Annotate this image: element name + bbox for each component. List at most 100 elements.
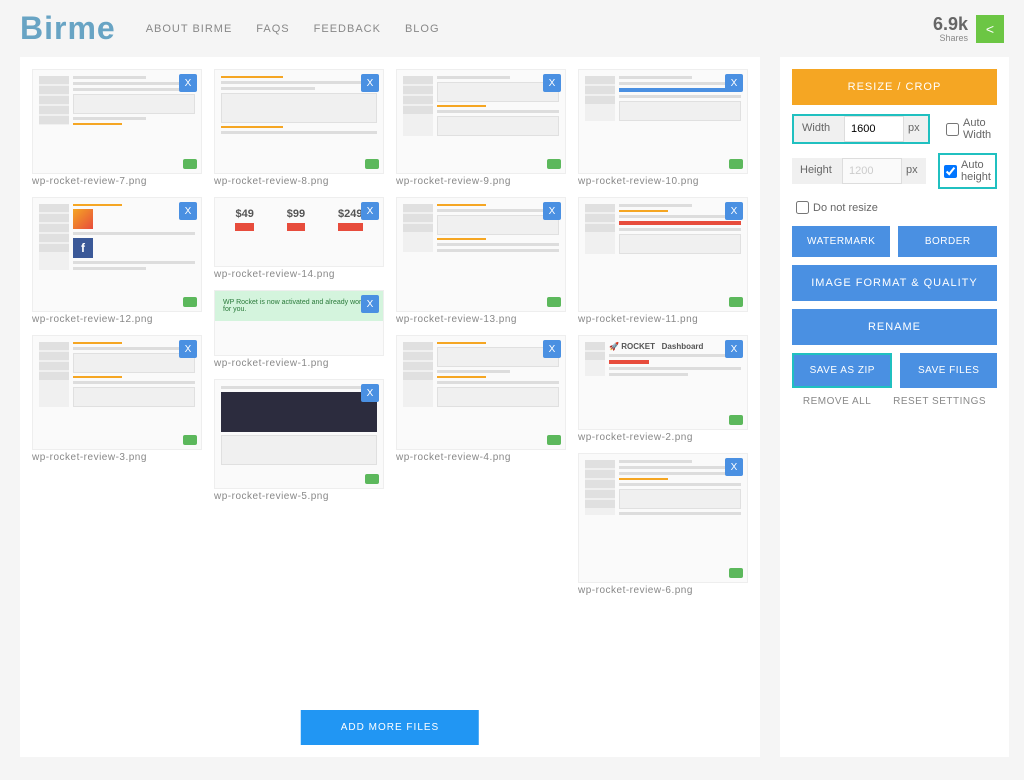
status-badge: [547, 159, 561, 169]
auto-width-checkbox[interactable]: [946, 123, 959, 136]
rename-button[interactable]: RENAME: [792, 309, 997, 345]
height-input[interactable]: [842, 158, 902, 184]
filename-label: wp-rocket-review-6.png: [578, 583, 748, 602]
close-icon[interactable]: X: [543, 202, 561, 220]
filename-label: wp-rocket-review-14.png: [214, 267, 384, 286]
auto-height-checkbox[interactable]: [944, 165, 957, 178]
status-badge: [183, 297, 197, 307]
status-badge: [547, 435, 561, 445]
status-badge: [183, 435, 197, 445]
auto-height-check[interactable]: Auto height: [938, 153, 997, 189]
close-icon[interactable]: X: [725, 74, 743, 92]
filename-label: wp-rocket-review-8.png: [214, 174, 384, 193]
header-right: 6.9k Shares <: [933, 15, 1004, 43]
nav-blog[interactable]: BLOG: [405, 23, 440, 35]
width-row: Width px Auto Width: [792, 113, 997, 145]
nav-faqs[interactable]: FAQS: [256, 23, 289, 35]
content-area: X wp-rocket-review-7.png f X wp-rocket-r…: [20, 57, 760, 757]
filename-label: wp-rocket-review-5.png: [214, 489, 384, 508]
thumbnail-item[interactable]: WP Rocket is now activated and already w…: [214, 290, 384, 375]
thumbnail-item[interactable]: f X wp-rocket-review-12.png: [32, 197, 202, 331]
settings-sidebar: RESIZE / CROP Width px Auto Width Height…: [780, 57, 1009, 757]
status-badge: [729, 415, 743, 425]
thumbnail-grid: X wp-rocket-review-7.png f X wp-rocket-r…: [32, 69, 748, 602]
thumbnail-item[interactable]: X wp-rocket-review-5.png: [214, 379, 384, 508]
close-icon[interactable]: X: [543, 74, 561, 92]
status-badge: [729, 159, 743, 169]
share-icon: <: [986, 21, 994, 37]
thumbnail-item[interactable]: X wp-rocket-review-13.png: [396, 197, 566, 331]
nav-about[interactable]: ABOUT BIRME: [146, 23, 233, 35]
shares-label: Shares: [933, 33, 968, 43]
thumbnail-item[interactable]: $49$99$249 X wp-rocket-review-14.png: [214, 197, 384, 286]
thumbnail-item[interactable]: X wp-rocket-review-6.png: [578, 453, 748, 602]
main: X wp-rocket-review-7.png f X wp-rocket-r…: [0, 57, 1024, 757]
width-input[interactable]: [844, 116, 904, 142]
border-button[interactable]: BORDER: [898, 226, 996, 257]
header: Birme ABOUT BIRME FAQS FEEDBACK BLOG 6.9…: [0, 0, 1024, 57]
filename-label: wp-rocket-review-13.png: [396, 312, 566, 331]
height-group: Height px: [792, 158, 926, 184]
shares-count: 6.9k: [933, 15, 968, 33]
thumbnail-item[interactable]: 🚀 ROCKET Dashboard X wp-rocket-review-2.…: [578, 335, 748, 449]
filename-label: wp-rocket-review-9.png: [396, 174, 566, 193]
close-icon[interactable]: X: [179, 74, 197, 92]
width-label: Width: [794, 116, 844, 142]
filename-label: wp-rocket-review-7.png: [32, 174, 202, 193]
thumbnail-item[interactable]: X wp-rocket-review-11.png: [578, 197, 748, 331]
grid-col: X wp-rocket-review-9.png X wp-rocket-rev…: [396, 69, 566, 602]
image-format-button[interactable]: IMAGE FORMAT & QUALITY: [792, 265, 997, 301]
status-badge: [365, 159, 379, 169]
close-icon[interactable]: X: [725, 340, 743, 358]
status-badge: [729, 568, 743, 578]
grid-col: X wp-rocket-review-8.png $49$99$249 X wp…: [214, 69, 384, 602]
save-files-button[interactable]: SAVE FILES: [900, 353, 996, 388]
thumbnail-item[interactable]: X wp-rocket-review-4.png: [396, 335, 566, 469]
resize-crop-button[interactable]: RESIZE / CROP: [792, 69, 997, 105]
close-icon[interactable]: X: [179, 202, 197, 220]
auto-width-check[interactable]: Auto Width: [942, 113, 997, 145]
filename-label: wp-rocket-review-4.png: [396, 450, 566, 469]
thumbnail-item[interactable]: X wp-rocket-review-8.png: [214, 69, 384, 193]
thumbnail-item[interactable]: X wp-rocket-review-3.png: [32, 335, 202, 469]
status-badge: [365, 474, 379, 484]
filename-label: wp-rocket-review-1.png: [214, 356, 384, 375]
status-badge: [547, 297, 561, 307]
grid-col: X wp-rocket-review-7.png f X wp-rocket-r…: [32, 69, 202, 602]
filename-label: wp-rocket-review-10.png: [578, 174, 748, 193]
close-icon[interactable]: X: [725, 458, 743, 476]
logo[interactable]: Birme: [20, 10, 116, 47]
close-icon[interactable]: X: [361, 74, 379, 92]
save-zip-button[interactable]: SAVE AS ZIP: [792, 353, 892, 388]
grid-col: X wp-rocket-review-10.png X wp-rocket-re…: [578, 69, 748, 602]
height-label: Height: [792, 158, 842, 184]
filename-label: wp-rocket-review-12.png: [32, 312, 202, 331]
width-group-highlighted: Width px: [792, 114, 930, 144]
watermark-button[interactable]: WATERMARK: [792, 226, 890, 257]
thumbnail-item[interactable]: X wp-rocket-review-7.png: [32, 69, 202, 193]
thumbnail-item[interactable]: X wp-rocket-review-9.png: [396, 69, 566, 193]
remove-all-link[interactable]: REMOVE ALL: [803, 396, 871, 407]
filename-label: wp-rocket-review-2.png: [578, 430, 748, 449]
close-icon[interactable]: X: [179, 340, 197, 358]
filename-label: wp-rocket-review-3.png: [32, 450, 202, 469]
close-icon[interactable]: X: [361, 384, 379, 402]
close-icon[interactable]: X: [361, 202, 379, 220]
shares-info: 6.9k Shares: [933, 15, 968, 43]
close-icon[interactable]: X: [725, 202, 743, 220]
height-row: Height px Auto height: [792, 153, 997, 189]
banner: WP Rocket is now activated and already w…: [215, 291, 383, 321]
share-button[interactable]: <: [976, 15, 1004, 43]
thumbnail-item[interactable]: X wp-rocket-review-10.png: [578, 69, 748, 193]
status-badge: [729, 297, 743, 307]
filename-label: wp-rocket-review-11.png: [578, 312, 748, 331]
nav-feedback[interactable]: FEEDBACK: [314, 23, 381, 35]
do-not-resize-check[interactable]: Do not resize: [792, 197, 997, 218]
reset-settings-link[interactable]: RESET SETTINGS: [893, 396, 986, 407]
close-icon[interactable]: X: [543, 340, 561, 358]
add-more-files-button[interactable]: ADD MORE FILES: [301, 710, 479, 745]
close-icon[interactable]: X: [361, 295, 379, 313]
unit-label: px: [904, 116, 928, 142]
status-badge: [183, 159, 197, 169]
do-not-resize-checkbox[interactable]: [796, 201, 809, 214]
